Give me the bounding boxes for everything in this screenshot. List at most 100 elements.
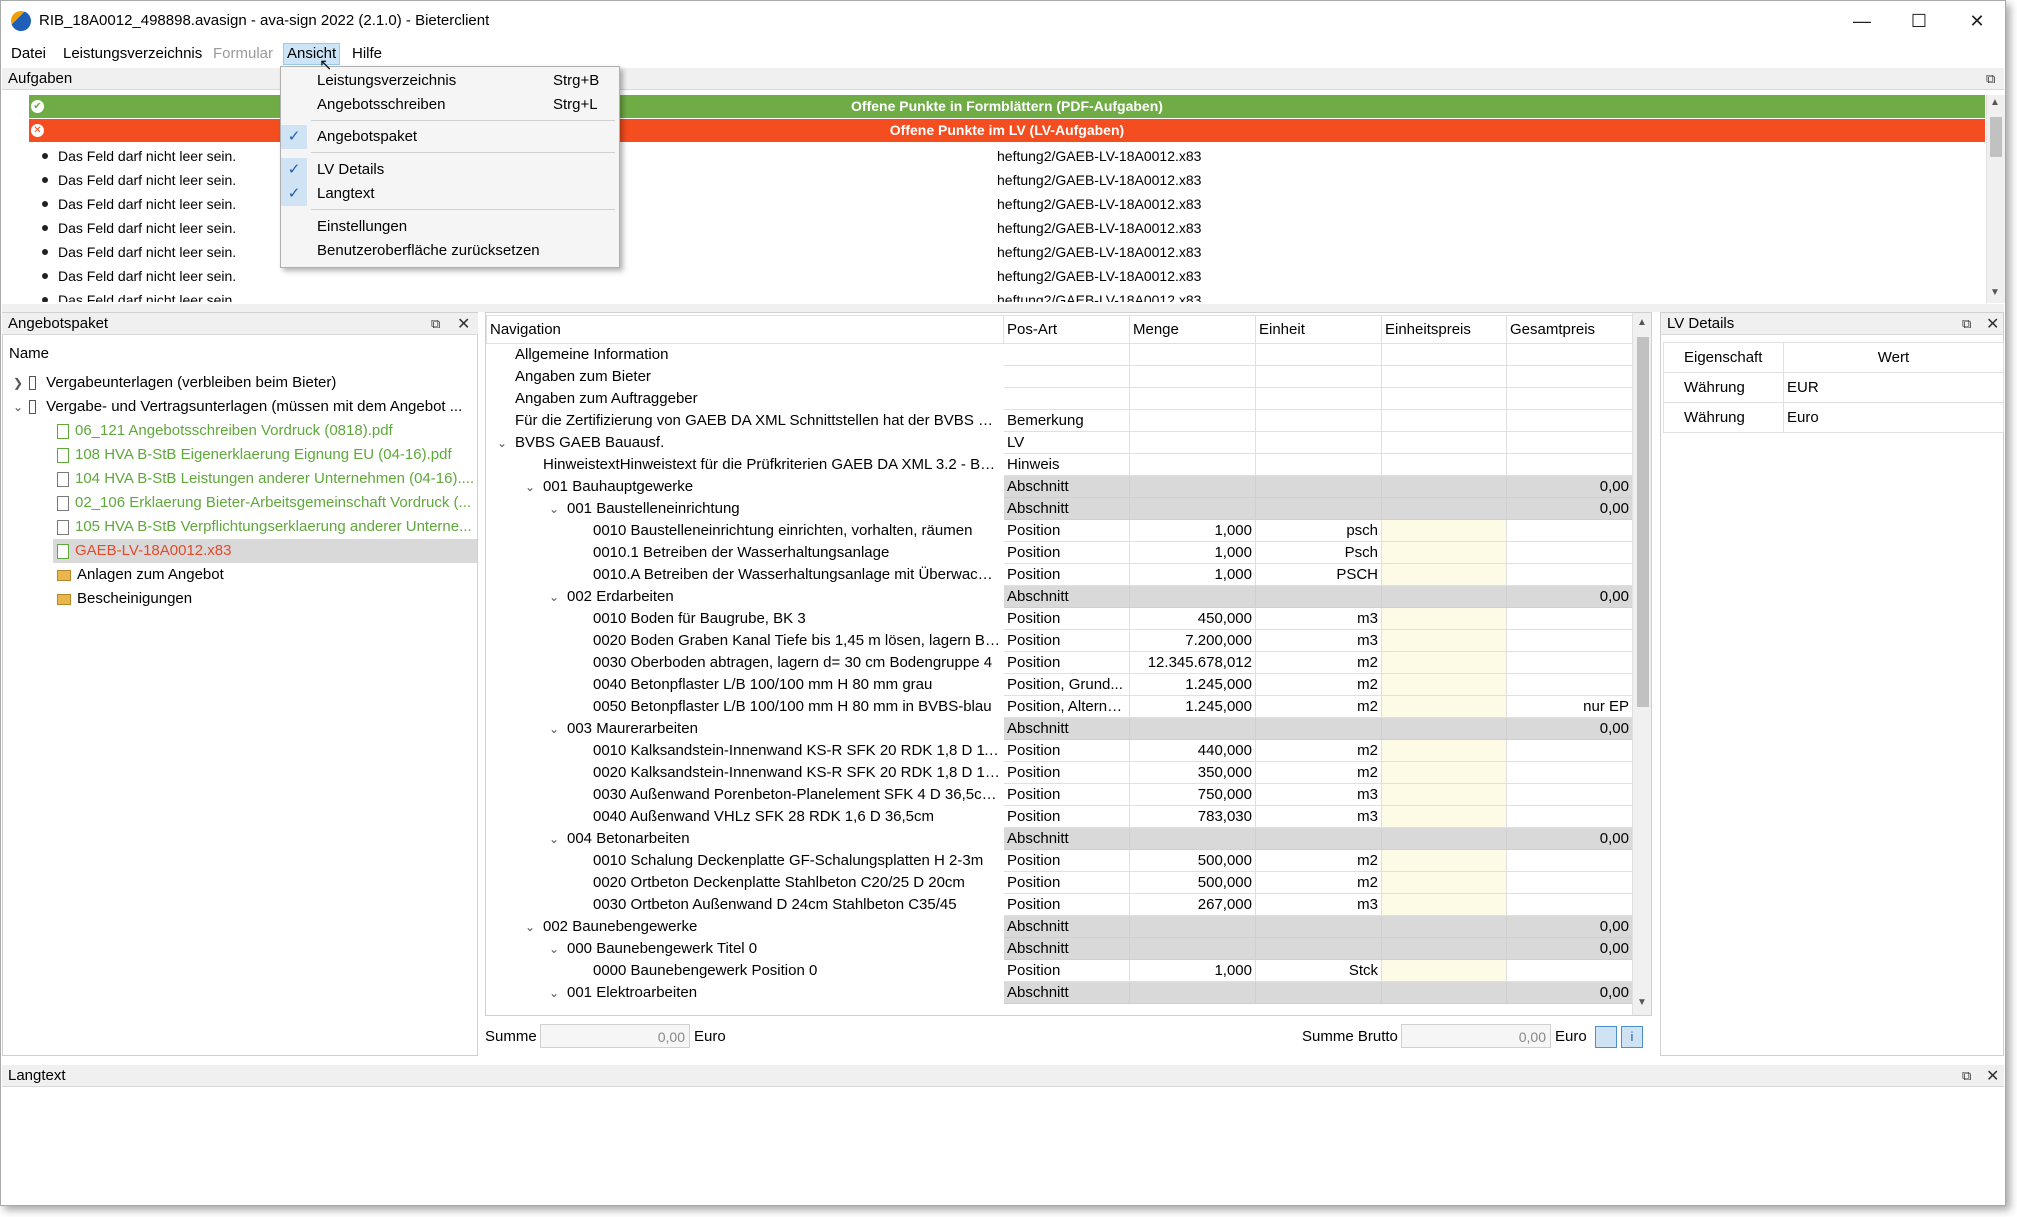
einheitspreis-cell[interactable]: [1381, 937, 1507, 960]
langtext-editor[interactable]: [2, 1088, 2004, 1203]
scroll-thumb[interactable]: [1990, 117, 2002, 157]
task-row[interactable]: Das Feld darf nicht leer sein. heftung2/G…: [2, 288, 1986, 302]
einheitspreis-cell[interactable]: [1381, 761, 1507, 784]
einheitspreis-cell[interactable]: [1381, 563, 1507, 586]
tree-item-vergabeunterlagen[interactable]: ❯ Vergabeunterlagen (verbleiben beim Bie…: [3, 371, 477, 395]
chevron-right-icon[interactable]: ❯: [11, 371, 25, 395]
lv-row[interactable]: 0010.1 Betreiben der Wasserhaltungsanlag…: [486, 541, 1633, 564]
lv-nav-cell[interactable]: 0050 Betonpflaster L/B 100/100 mm H 80 m…: [486, 695, 1004, 718]
lv-nav-cell[interactable]: 0040 Außenwand VHLz SFK 28 RDK 1,6 D 36,…: [486, 805, 1004, 828]
tree-item-pdf[interactable]: 06_121 Angebotsschreiben Vordruck (0818)…: [3, 419, 477, 443]
lv-nav-cell[interactable]: HinweistextHinweistext für die Prüfkrite…: [486, 453, 1004, 476]
menuitem-angebotspaket[interactable]: ✓ Angebotspaket: [281, 125, 617, 149]
einheitspreis-cell[interactable]: [1381, 343, 1507, 366]
tree-item-vertragsunterlagen[interactable]: ⌄ Vergabe- und Vertragsunterlagen (müsse…: [3, 395, 477, 419]
lv-nav-cell[interactable]: ⌄ 001 Elektroarbeiten: [486, 981, 1004, 1004]
info-icon[interactable]: i: [1621, 1026, 1643, 1048]
menu-datei[interactable]: Datei: [11, 45, 46, 62]
chevron-down-icon[interactable]: ⌄: [547, 502, 561, 516]
lv-row[interactable]: 0050 Betonpflaster L/B 100/100 mm H 80 m…: [486, 695, 1633, 718]
menu-formular[interactable]: Formular: [213, 45, 273, 62]
lv-nav-cell[interactable]: 0010.1 Betreiben der Wasserhaltungsanlag…: [486, 541, 1004, 564]
chevron-down-icon[interactable]: ⌄: [11, 395, 25, 419]
einheitspreis-cell[interactable]: [1381, 849, 1507, 872]
lv-row[interactable]: 0010 Kalksandstein-Innenwand KS-R SFK 20…: [486, 739, 1633, 762]
menu-leistungsverzeichnis[interactable]: Leistungsverzeichnis: [63, 45, 202, 62]
col-einheitspreis[interactable]: Einheitspreis: [1381, 315, 1507, 344]
menuitem-ui-reset[interactable]: Benutzeroberfläche zurücksetzen: [281, 239, 617, 263]
minimize-icon[interactable]: —: [1833, 1, 1891, 41]
lv-nav-cell[interactable]: 0010 Schalung Deckenplatte GF-Schalungsp…: [486, 849, 1004, 872]
lv-nav-cell[interactable]: 0030 Außenwand Porenbeton-Planelement SF…: [486, 783, 1004, 806]
lv-nav-cell[interactable]: 0020 Kalksandstein-Innenwand KS-R SFK 20…: [486, 761, 1004, 784]
lv-row[interactable]: 0040 Betonpflaster L/B 100/100 mm H 80 m…: [486, 673, 1633, 696]
lv-row[interactable]: 0010 Boden für Baugrube, BK 3 Position 450…: [486, 607, 1633, 630]
einheitspreis-cell[interactable]: [1381, 585, 1507, 608]
chevron-down-icon[interactable]: ⌄: [495, 436, 509, 450]
tree-item-pdf[interactable]: 02_106 Erklaerung Bieter-Arbeitsgemeinsc…: [3, 491, 477, 515]
lv-row[interactable]: 0030 Ortbeton Außenwand D 24cm Stahlbeto…: [486, 893, 1633, 916]
close-icon[interactable]: ✕: [1948, 1, 2006, 41]
tree-item-pdf[interactable]: 108 HVA B-StB Eigenerklaerung Eignung EU…: [3, 443, 477, 467]
lv-row[interactable]: 0000 Baunebengewerk Position 0 Position 1,…: [486, 959, 1633, 982]
chevron-down-icon[interactable]: ⌄: [523, 920, 537, 934]
lv-row[interactable]: 0030 Außenwand Porenbeton-Planelement SF…: [486, 783, 1633, 806]
lv-row[interactable]: Für die Zertifizierung von GAEB DA XML S…: [486, 409, 1633, 432]
chevron-down-icon[interactable]: ⌄: [547, 986, 561, 1000]
einheitspreis-cell[interactable]: [1381, 695, 1507, 718]
scroll-up-icon[interactable]: ▲: [1637, 317, 1647, 328]
einheitspreis-cell[interactable]: [1381, 717, 1507, 740]
einheitspreis-cell[interactable]: [1381, 805, 1507, 828]
lv-nav-cell[interactable]: ⌄ 000 Baunebengewerk Titel 0: [486, 937, 1004, 960]
tree-item-gaeb-selected[interactable]: GAEB-LV-18A0012.x83: [53, 539, 477, 563]
lv-row[interactable]: 0040 Außenwand VHLz SFK 28 RDK 1,6 D 36,…: [486, 805, 1633, 828]
calculator-icon[interactable]: [1595, 1026, 1617, 1048]
lv-section-row[interactable]: ⌄ 001 Baustelleneinrichtung Abschnitt 0,00: [486, 497, 1633, 520]
detail-value[interactable]: EUR: [1783, 372, 2004, 403]
tree-item-anlagen[interactable]: Anlagen zum Angebot: [3, 563, 477, 587]
lv-nav-cell[interactable]: 0010 Kalksandstein-Innenwand KS-R SFK 20…: [486, 739, 1004, 762]
chevron-down-icon[interactable]: ⌄: [547, 942, 561, 956]
lv-row[interactable]: 0010 Baustelleneinrichtung einrichten, v…: [486, 519, 1633, 542]
lv-nav-cell[interactable]: Angaben zum Bieter: [486, 365, 1004, 388]
angebotspaket-pin-icon[interactable]: ⧉: [431, 316, 440, 332]
lvdetails-pin-icon[interactable]: ⧉: [1962, 316, 1971, 332]
angebotspaket-close-icon[interactable]: ✕: [457, 314, 470, 334]
lv-nav-cell[interactable]: 0020 Ortbeton Deckenplatte Stahlbeton C2…: [486, 871, 1004, 894]
lv-nav-cell[interactable]: ⌄ BVBS GAEB Bauausf.: [486, 431, 1004, 454]
lv-row[interactable]: HinweistextHinweistext für die Prüfkrite…: [486, 453, 1633, 476]
maximize-icon[interactable]: ☐: [1890, 1, 1948, 41]
lv-row[interactable]: Angaben zum Bieter: [486, 365, 1633, 388]
lv-nav-cell[interactable]: Allgemeine Information: [486, 343, 1004, 366]
lv-section-row[interactable]: ⌄ 001 Elektroarbeiten Abschnitt 0,00: [486, 981, 1633, 1004]
scroll-down-icon[interactable]: ▼: [1637, 997, 1647, 1008]
lv-section-row[interactable]: ⌄ 000 Baunebengewerk Titel 0 Abschnitt 0,00: [486, 937, 1633, 960]
einheitspreis-cell[interactable]: [1381, 409, 1507, 432]
lv-nav-cell[interactable]: 0030 Oberboden abtragen, lagern d= 30 cm…: [486, 651, 1004, 674]
lv-nav-cell[interactable]: ⌄ 004 Betonarbeiten: [486, 827, 1004, 850]
tree-item-pdf[interactable]: 105 HVA B-StB Verpflichtungserklaerung a…: [3, 515, 477, 539]
einheitspreis-cell[interactable]: [1381, 607, 1507, 630]
col-navigation[interactable]: Navigation: [486, 315, 1004, 344]
splitter[interactable]: [2, 304, 2004, 312]
einheitspreis-cell[interactable]: [1381, 739, 1507, 762]
lv-section-row[interactable]: ⌄ 004 Betonarbeiten Abschnitt 0,00: [486, 827, 1633, 850]
tree-item-bescheinigungen[interactable]: Bescheinigungen: [3, 587, 477, 611]
einheitspreis-cell[interactable]: [1381, 981, 1507, 1004]
lv-nav-cell[interactable]: Für die Zertifizierung von GAEB DA XML S…: [486, 409, 1004, 432]
einheitspreis-cell[interactable]: [1381, 893, 1507, 916]
col-einheit[interactable]: Einheit: [1255, 315, 1382, 344]
tree-item-pdf[interactable]: 104 HVA B-StB Leistungen anderer Unterne…: [3, 467, 477, 491]
lv-nav-cell[interactable]: 0020 Boden Graben Kanal Tiefe bis 1,45 m…: [486, 629, 1004, 652]
lv-row[interactable]: 0020 Kalksandstein-Innenwand KS-R SFK 20…: [486, 761, 1633, 784]
chevron-down-icon[interactable]: ⌄: [547, 722, 561, 736]
chevron-down-icon[interactable]: ⌄: [523, 480, 537, 494]
lv-section-row[interactable]: ⌄ 002 Baunebengewerke Abschnitt 0,00: [486, 915, 1633, 938]
einheitspreis-cell[interactable]: [1381, 673, 1507, 696]
lv-row[interactable]: 0010 Schalung Deckenplatte GF-Schalungsp…: [486, 849, 1633, 872]
einheitspreis-cell[interactable]: [1381, 629, 1507, 652]
lv-nav-cell[interactable]: ⌄ 001 Bauhauptgewerke: [486, 475, 1004, 498]
einheitspreis-cell[interactable]: [1381, 497, 1507, 520]
einheitspreis-cell[interactable]: [1381, 871, 1507, 894]
detail-value[interactable]: Euro: [1783, 402, 2004, 433]
